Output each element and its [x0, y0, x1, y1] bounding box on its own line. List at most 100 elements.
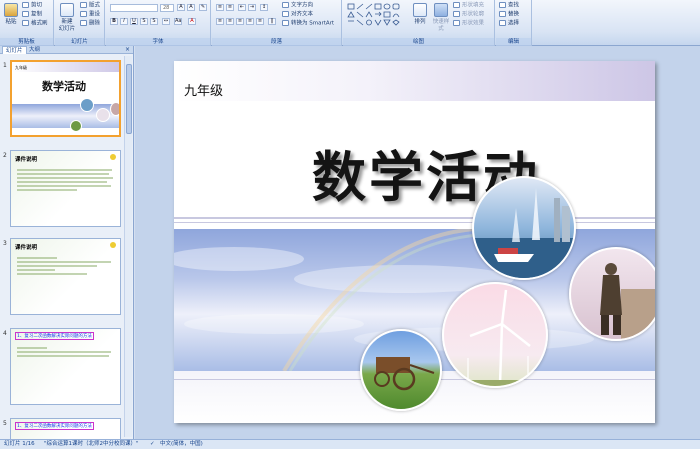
strikethrough-button[interactable]: S: [140, 18, 148, 25]
bullets-button[interactable]: ≡: [216, 4, 224, 11]
shape-effects-button[interactable]: 形状效果: [453, 20, 484, 28]
cart-photo: [360, 329, 442, 411]
slide-thumb-1[interactable]: 九年级 数学活动: [10, 60, 121, 137]
convert-smartart-button[interactable]: 转换为 SmartArt: [282, 20, 334, 28]
font-name-combo[interactable]: [110, 4, 158, 12]
align-text-button[interactable]: 对齐文本: [282, 11, 313, 19]
underline-button[interactable]: U: [130, 18, 138, 25]
thumb-number: 3: [3, 240, 7, 247]
panel-tabs: 幻灯片 大纲 ×: [0, 46, 133, 54]
char-spacing-button[interactable]: ↔: [162, 18, 170, 25]
bold-button[interactable]: B: [110, 18, 118, 25]
scrollbar-thumb[interactable]: [126, 64, 132, 134]
brush-icon: [22, 20, 29, 26]
binoculars-icon: [499, 2, 506, 8]
quick-styles-icon: [434, 3, 448, 17]
smartart-icon: [282, 20, 289, 26]
thumb-number: 2: [3, 152, 7, 159]
spellcheck-icon[interactable]: ✓: [150, 440, 155, 449]
cut-button[interactable]: 剪切: [22, 2, 42, 10]
grow-font-button[interactable]: A: [177, 4, 185, 11]
font-size-combo[interactable]: 28: [160, 4, 174, 12]
statue-photo: [569, 247, 655, 341]
delete-icon: [80, 20, 87, 26]
delete-slide-button[interactable]: 删除: [80, 20, 100, 28]
line-spacing-button[interactable]: ↕: [260, 4, 268, 11]
quick-styles-button[interactable]: 快速样式: [431, 3, 451, 33]
select-button[interactable]: 选择: [499, 20, 519, 28]
clear-format-button[interactable]: ✎: [199, 4, 207, 11]
justify-button[interactable]: ≡: [246, 18, 254, 25]
paste-button[interactable]: 粘贴: [2, 3, 20, 26]
text-direction-button[interactable]: 文字方向: [282, 2, 313, 10]
replace-icon: [499, 11, 506, 17]
thumb-subtitle: 九年级: [15, 65, 27, 70]
wind-turbine-photo: [442, 282, 548, 388]
clipboard-group-label: 剪贴板: [0, 38, 53, 46]
drawing-group-label: 绘图: [343, 38, 494, 46]
cursor-icon: [499, 20, 506, 26]
shadow-button[interactable]: S: [150, 18, 158, 25]
format-painter-button[interactable]: 格式刷: [22, 20, 48, 28]
italic-button[interactable]: I: [120, 18, 128, 25]
editing-group: 查找 替换 选择 编辑: [496, 0, 532, 46]
slide-thumb-2[interactable]: 课件说明: [10, 150, 121, 227]
effects-icon: [453, 20, 460, 26]
thumb-title: 课件说明: [15, 157, 38, 163]
align-right-button[interactable]: ≡: [236, 18, 244, 25]
paragraph-group: ≡ ≡ ⇤ ⇥ ↕ ≡ ≡ ≡ ≡ ≡ ‖ 文字方向 对齐文本 转换为 Smar…: [212, 0, 342, 46]
close-panel-icon[interactable]: ×: [125, 46, 130, 53]
fountain-photo: [472, 176, 576, 280]
copy-icon: [22, 11, 29, 17]
shrink-font-button[interactable]: A: [187, 4, 195, 11]
layout-button[interactable]: 版式: [80, 2, 100, 10]
shape-fill-button[interactable]: 形状填充: [453, 2, 484, 10]
change-case-button[interactable]: Aa: [174, 18, 182, 25]
new-slide-button[interactable]: 新建 幻灯片: [57, 3, 77, 33]
tab-slides[interactable]: 幻灯片: [2, 46, 27, 54]
fill-icon: [453, 2, 460, 8]
find-button[interactable]: 查找: [499, 2, 519, 10]
columns-button[interactable]: ‖: [268, 18, 276, 25]
align-text-icon: [282, 11, 289, 17]
shape-outline-button[interactable]: 形状轮廓: [453, 11, 484, 19]
thumb-title: 1、复习二次函数解决实际问题的方法: [15, 332, 94, 340]
copy-button[interactable]: 复制: [22, 11, 42, 19]
align-left-button[interactable]: ≡: [216, 18, 224, 25]
thumb-title: 课件说明: [15, 245, 38, 251]
replace-button[interactable]: 替换: [499, 11, 519, 19]
increase-indent-button[interactable]: ⇥: [248, 4, 256, 11]
slides-group-label: 幻灯片: [55, 38, 104, 46]
editing-group-label: 编辑: [496, 38, 531, 46]
align-center-button[interactable]: ≡: [226, 18, 234, 25]
drawing-group: 排列 快速样式 形状填充 形状轮廓 形状效果 绘图: [343, 0, 495, 46]
clipboard-group: 粘贴 剪切 复制 格式刷 剪贴板: [0, 0, 54, 46]
font-group: 28 A A ✎ B I U S S ↔ Aa A 字体: [106, 0, 211, 46]
panel-scrollbar[interactable]: [124, 56, 132, 437]
slides-panel: 幻灯片 大纲 × 1 九年级 数学活动 2 课件说明 3 课件说明 4 1、复习…: [0, 46, 134, 439]
divider-line: [174, 217, 655, 219]
arrange-button[interactable]: 排列: [411, 3, 429, 26]
font-color-button[interactable]: A: [188, 18, 196, 25]
distribute-button[interactable]: ≡: [256, 18, 264, 25]
thumb-number: 5: [3, 420, 7, 427]
thumb-title: 数学活动: [42, 80, 86, 93]
divider-line: [174, 222, 655, 223]
slide-top-band: [174, 61, 655, 101]
slide-thumb-3[interactable]: 课件说明: [10, 238, 121, 315]
shapes-gallery[interactable]: [347, 3, 405, 29]
outline-icon: [453, 11, 460, 17]
decrease-indent-button[interactable]: ⇤: [238, 4, 246, 11]
numbering-button[interactable]: ≡: [226, 4, 234, 11]
slide-grade-text[interactable]: 九年级: [184, 80, 223, 99]
slide-thumb-4[interactable]: 1、复习二次函数解决实际问题的方法: [10, 328, 121, 405]
current-slide[interactable]: 九年级 数学活动: [174, 61, 655, 423]
reset-button[interactable]: 重设: [80, 11, 100, 19]
thumb-title: 1、复习二次函数解决实际问题的方法: [15, 422, 94, 430]
font-group-label: 字体: [106, 38, 210, 46]
status-bar: 幻灯片 1/16 "综合运算1课时（北师2中分校同课）" ✓ 中文(简体，中国): [0, 439, 700, 449]
slide-thumb-5[interactable]: 1、复习二次函数解决实际问题的方法: [10, 418, 121, 439]
tab-outline[interactable]: 大纲: [26, 46, 43, 54]
language-indicator[interactable]: 中文(简体，中国): [160, 440, 203, 449]
thumb-number: 4: [3, 330, 7, 337]
